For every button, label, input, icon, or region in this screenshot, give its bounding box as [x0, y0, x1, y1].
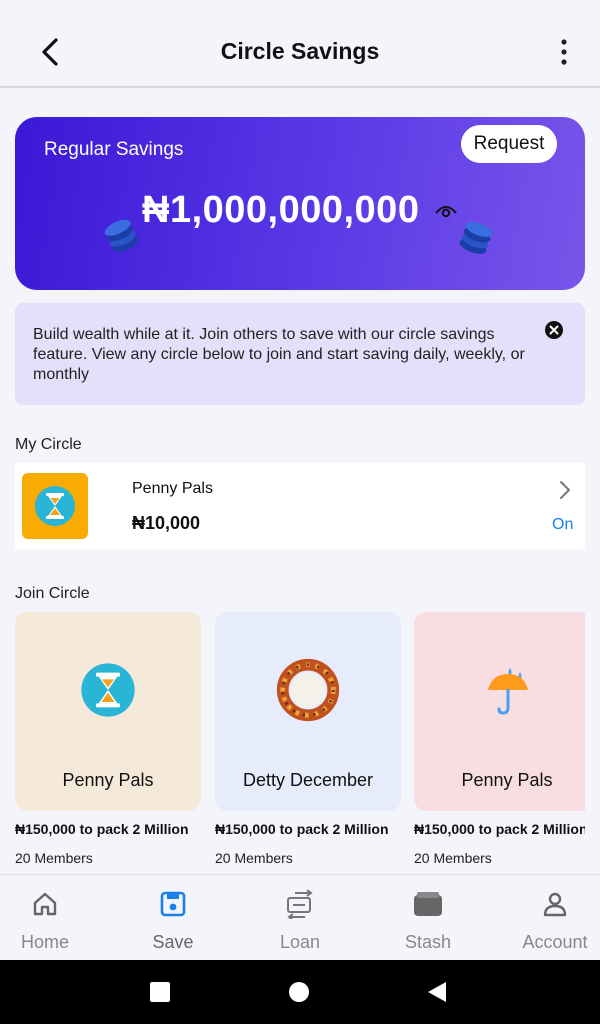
nav-item-account[interactable]: Account — [500, 875, 600, 961]
savings-type-label: Regular Savings — [44, 139, 184, 160]
more-vertical-icon[interactable] — [548, 32, 580, 72]
savings-amount: ₦1,000,000,000 — [142, 189, 420, 231]
circle-name: Penny Pals — [62, 770, 154, 790]
umbrella-icon — [472, 660, 542, 720]
coin-stack-icon — [457, 219, 495, 262]
save-icon — [118, 889, 228, 919]
nav-label: Account — [522, 932, 588, 952]
system-back-icon[interactable] — [426, 980, 448, 1009]
person-icon — [500, 889, 600, 919]
circle-members: 20 Members — [15, 850, 93, 866]
nav-label: Loan — [279, 932, 321, 952]
top-app-bar: Circle Savings — [0, 0, 600, 88]
nav-label: Stash — [404, 932, 452, 952]
join-circle-heading: Join Circle — [15, 585, 90, 602]
wreath-icon — [273, 658, 343, 722]
nav-item-home[interactable]: Home — [0, 875, 100, 961]
nav-item-save[interactable]: Save — [118, 875, 228, 961]
circle-name: Detty December — [242, 770, 374, 790]
info-banner: Build wealth while at it. Join others to… — [15, 303, 585, 405]
savings-balance-card: Regular Savings Request ₦1,000,000,000 — [15, 117, 585, 290]
wallet-icon — [373, 889, 483, 919]
my-circle-status: On — [552, 516, 574, 533]
join-circle-card[interactable]: Penny Pals ₦150,000 to pack 2 Million 20… — [15, 612, 201, 874]
my-circle-card[interactable]: Penny Pals ₦10,000 On — [15, 463, 585, 549]
circle-members: 20 Members — [215, 850, 293, 866]
join-circle-card[interactable]: Detty December ₦150,000 to pack 2 Millio… — [215, 612, 401, 874]
nav-item-stash[interactable]: Stash — [373, 875, 483, 961]
chevron-right-icon[interactable] — [555, 479, 575, 501]
page-title: Circle Savings — [220, 38, 380, 64]
my-circle-name: Penny Pals — [132, 480, 213, 497]
hourglass-icon — [22, 473, 88, 539]
join-circle-card[interactable]: Penny Pals ₦150,000 to pack 2 Million 20… — [414, 612, 585, 874]
bottom-navigation: Home Save Loan Stash Account — [0, 874, 600, 960]
nav-item-loan[interactable]: Loan — [245, 875, 355, 961]
my-circle-heading: My Circle — [15, 436, 82, 453]
circle-members: 20 Members — [414, 850, 492, 866]
close-circle-icon[interactable] — [543, 319, 565, 341]
join-circle-carousel[interactable]: Penny Pals ₦150,000 to pack 2 Million 20… — [15, 612, 585, 874]
eye-icon[interactable] — [434, 203, 458, 219]
my-circle-amount: ₦10,000 — [132, 513, 201, 533]
nav-label: Save — [152, 932, 194, 952]
system-navigation-bar — [0, 960, 600, 1024]
request-button[interactable]: Request — [461, 125, 557, 163]
loan-transfer-icon — [245, 889, 355, 919]
home-icon — [0, 889, 100, 919]
info-banner-text: Build wealth while at it. Join others to… — [33, 326, 525, 383]
circle-target: ₦150,000 to pack 2 Million — [15, 821, 189, 837]
nav-label: Home — [20, 932, 69, 952]
circle-name: Penny Pals — [461, 770, 553, 790]
circle-target: ₦150,000 to pack 2 Million — [414, 821, 585, 837]
recent-apps-icon[interactable] — [150, 982, 170, 1002]
hourglass-icon — [73, 660, 143, 720]
home-button-icon[interactable] — [289, 982, 309, 1002]
coin-stack-icon — [103, 215, 139, 260]
circle-target: ₦150,000 to pack 2 Million — [215, 821, 389, 837]
